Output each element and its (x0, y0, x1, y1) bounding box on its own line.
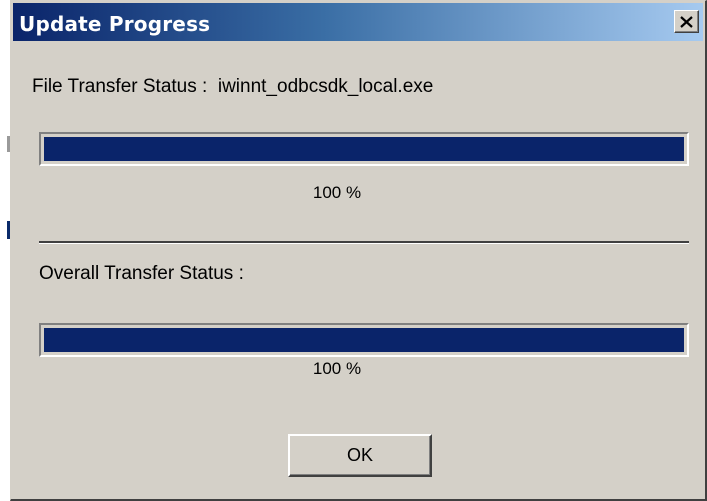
file-transfer-progress-bar (39, 132, 689, 166)
overall-transfer-percent: 100 % (312, 359, 362, 378)
overall-transfer-progress-fill (44, 328, 684, 352)
file-transfer-status-line: File Transfer Status : iwinnt_odbcsdk_lo… (32, 76, 433, 98)
title-bar[interactable]: Update Progress (13, 3, 703, 41)
window-title: Update Progress (19, 12, 211, 36)
ok-button[interactable]: OK (288, 434, 432, 477)
close-icon (680, 15, 693, 28)
update-progress-dialog: Update Progress File Transfer Status : i… (10, 0, 707, 501)
overall-transfer-progress-bar (39, 323, 689, 357)
file-transfer-progress-fill (44, 137, 684, 161)
file-transfer-percent: 100 % (312, 183, 362, 202)
close-button[interactable] (674, 10, 699, 33)
overall-transfer-status-label: Overall Transfer Status : (39, 263, 244, 284)
section-divider (39, 241, 689, 244)
file-transfer-status-label: File Transfer Status : (32, 76, 208, 97)
desktop-background (0, 0, 10, 501)
file-transfer-filename: iwinnt_odbcsdk_local.exe (217, 76, 434, 97)
